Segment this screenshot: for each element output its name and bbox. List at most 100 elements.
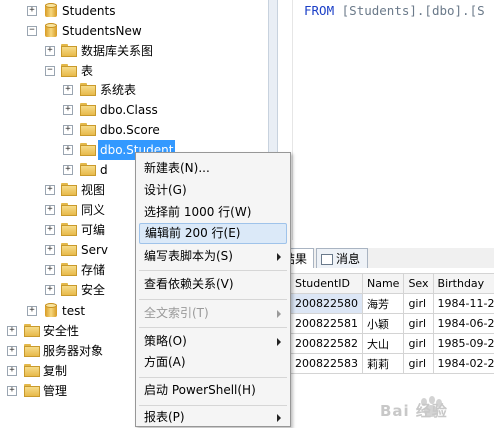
menu-item-design[interactable]: 设计(G)	[139, 180, 287, 201]
tree-node-class[interactable]: + dbo.Class	[0, 100, 268, 120]
menu-item-facets[interactable]: 方面(A)	[139, 352, 287, 373]
tree-node-storage[interactable]: + 存储	[0, 260, 135, 280]
expand-icon[interactable]: +	[7, 366, 17, 376]
menu-item-reports[interactable]: 报表(P)	[139, 407, 287, 428]
grid-cell[interactable]: girl	[404, 334, 433, 354]
tree-node-diagrams[interactable]: + 数据库关系图	[0, 41, 268, 61]
grid-cell[interactable]: girl	[404, 314, 433, 334]
grid-cell[interactable]: 200822583	[291, 354, 363, 374]
menu-item-edit-top[interactable]: 编辑前 200 行(E)	[139, 223, 287, 244]
watermark-text: Bai 经验	[380, 400, 448, 421]
tree-node-tables[interactable]: − 表	[0, 61, 268, 81]
collapse-icon[interactable]: −	[45, 66, 55, 76]
collapse-icon[interactable]: −	[27, 26, 37, 36]
grid-cell[interactable]: 1984-11-22	[433, 294, 494, 314]
menu-label: 查看依赖关系(V)	[144, 277, 234, 291]
folder-icon	[24, 344, 40, 357]
tree-label: 数据库关系图	[81, 41, 153, 61]
menu-label: 报表(P)	[144, 410, 185, 424]
baidu-watermark: Bai 经验	[372, 392, 492, 424]
grid-cell[interactable]: 200822580	[291, 294, 363, 314]
sql-identifier: [Students].[dbo].[S	[342, 3, 485, 18]
expand-icon[interactable]: +	[63, 105, 73, 115]
tree-node-programmability[interactable]: + 可编	[0, 220, 135, 240]
tree-label: test	[62, 301, 85, 321]
menu-label: 新建表(N)...	[144, 161, 210, 175]
expand-icon[interactable]: +	[7, 326, 17, 336]
table-icon	[80, 123, 96, 136]
menu-item-policies[interactable]: 策略(O)	[139, 331, 287, 352]
tree-label: 安全	[81, 280, 105, 300]
grid-cell[interactable]: girl	[404, 354, 433, 374]
expand-icon[interactable]: +	[63, 165, 73, 175]
menu-item-new-table[interactable]: 新建表(N)...	[139, 158, 287, 179]
query-editor[interactable]: FROM [Students].[dbo].[S	[278, 0, 494, 240]
column-header[interactable]: Name	[363, 274, 404, 294]
grid-cell[interactable]: 莉莉	[363, 354, 404, 374]
tree-label: Serv	[81, 240, 108, 260]
tree-node-synonyms[interactable]: + 同义	[0, 200, 135, 220]
folder-icon	[24, 324, 40, 337]
menu-item-view-dependencies[interactable]: 查看依赖关系(V)	[139, 274, 287, 295]
tab-messages[interactable]: 消息	[316, 248, 368, 268]
results-tabbar: 结果 消息	[278, 248, 494, 268]
grid-cell[interactable]: 1984-02-24	[433, 354, 494, 374]
grid-cell[interactable]: 200822581	[291, 314, 363, 334]
database-icon	[45, 23, 57, 38]
grid-cell[interactable]: 1984-06-22	[433, 314, 494, 334]
expand-icon[interactable]: +	[63, 145, 73, 155]
table-row[interactable]: 200822580 海芳 girl 1984-11-22	[291, 294, 494, 314]
expand-icon[interactable]: +	[45, 225, 55, 235]
expand-icon[interactable]: +	[45, 245, 55, 255]
tree-node-replication[interactable]: + 复制	[0, 361, 135, 381]
grid-cell[interactable]: girl	[404, 294, 433, 314]
folder-icon	[24, 384, 40, 397]
menu-item-select-top[interactable]: 选择前 1000 行(W)	[139, 202, 287, 223]
table-row[interactable]: 200822583 莉莉 girl 1984-02-24	[291, 354, 494, 374]
expand-icon[interactable]: +	[63, 125, 73, 135]
grid-cell[interactable]: 海芳	[363, 294, 404, 314]
column-header[interactable]: StudentID	[291, 274, 363, 294]
grid-cell[interactable]: 200822582	[291, 334, 363, 354]
tree-node-server-objects[interactable]: + 服务器对象	[0, 341, 135, 361]
table-row[interactable]: 200822581 小颖 girl 1984-06-22	[291, 314, 494, 334]
tree-node-views[interactable]: + 视图	[0, 180, 135, 200]
menu-label: 编写表脚本为(S)	[144, 249, 233, 263]
results-grid[interactable]: StudentID Name Sex Birthday 200822580 海芳…	[290, 273, 494, 374]
tree-node-test[interactable]: + test	[0, 301, 135, 321]
menu-label: 启动 PowerShell(H)	[144, 383, 256, 397]
column-header[interactable]: Sex	[404, 274, 433, 294]
tree-node-management[interactable]: + 管理	[0, 381, 135, 401]
column-header[interactable]: Birthday	[433, 274, 494, 294]
expand-icon[interactable]: +	[45, 265, 55, 275]
grid-cell[interactable]: 大山	[363, 334, 404, 354]
tree-node-studentsnew[interactable]: − StudentsNew	[0, 21, 268, 41]
expand-icon[interactable]: +	[45, 285, 55, 295]
menu-item-fulltext-index[interactable]: 全文索引(T)	[139, 303, 287, 324]
tree-node-system-tables[interactable]: + 系统表	[0, 80, 268, 100]
menu-item-powershell[interactable]: 启动 PowerShell(H)	[139, 380, 287, 401]
tree-node-db-security[interactable]: + 安全	[0, 280, 135, 300]
grid-cell[interactable]: 小颖	[363, 314, 404, 334]
grid-cell[interactable]: 1985-09-22	[433, 334, 494, 354]
menu-label: 全文索引(T)	[144, 306, 209, 320]
expand-icon[interactable]: +	[45, 205, 55, 215]
tree-node-security[interactable]: + 安全性	[0, 321, 135, 341]
tree-label: 视图	[81, 180, 105, 200]
table-row[interactable]: 200822582 大山 girl 1985-09-22	[291, 334, 494, 354]
expand-icon[interactable]: +	[27, 6, 37, 16]
expand-icon[interactable]: +	[63, 85, 73, 95]
folder-icon	[61, 223, 77, 236]
expand-icon[interactable]: +	[7, 386, 17, 396]
expand-icon[interactable]: +	[7, 346, 17, 356]
tree-node-service-broker[interactable]: + Serv	[0, 240, 135, 260]
menu-item-script-as[interactable]: 编写表脚本为(S)	[139, 246, 287, 267]
tree-node-hidden-table[interactable]: + d	[0, 160, 135, 180]
expand-icon[interactable]: +	[45, 185, 55, 195]
expand-icon[interactable]: +	[27, 306, 37, 316]
tree-node-students[interactable]: + Students	[0, 1, 268, 21]
tree-node-score[interactable]: + dbo.Score	[0, 120, 268, 140]
menu-separator	[139, 327, 287, 328]
expand-icon[interactable]: +	[45, 46, 55, 56]
tree-label: dbo.Score	[100, 120, 160, 140]
